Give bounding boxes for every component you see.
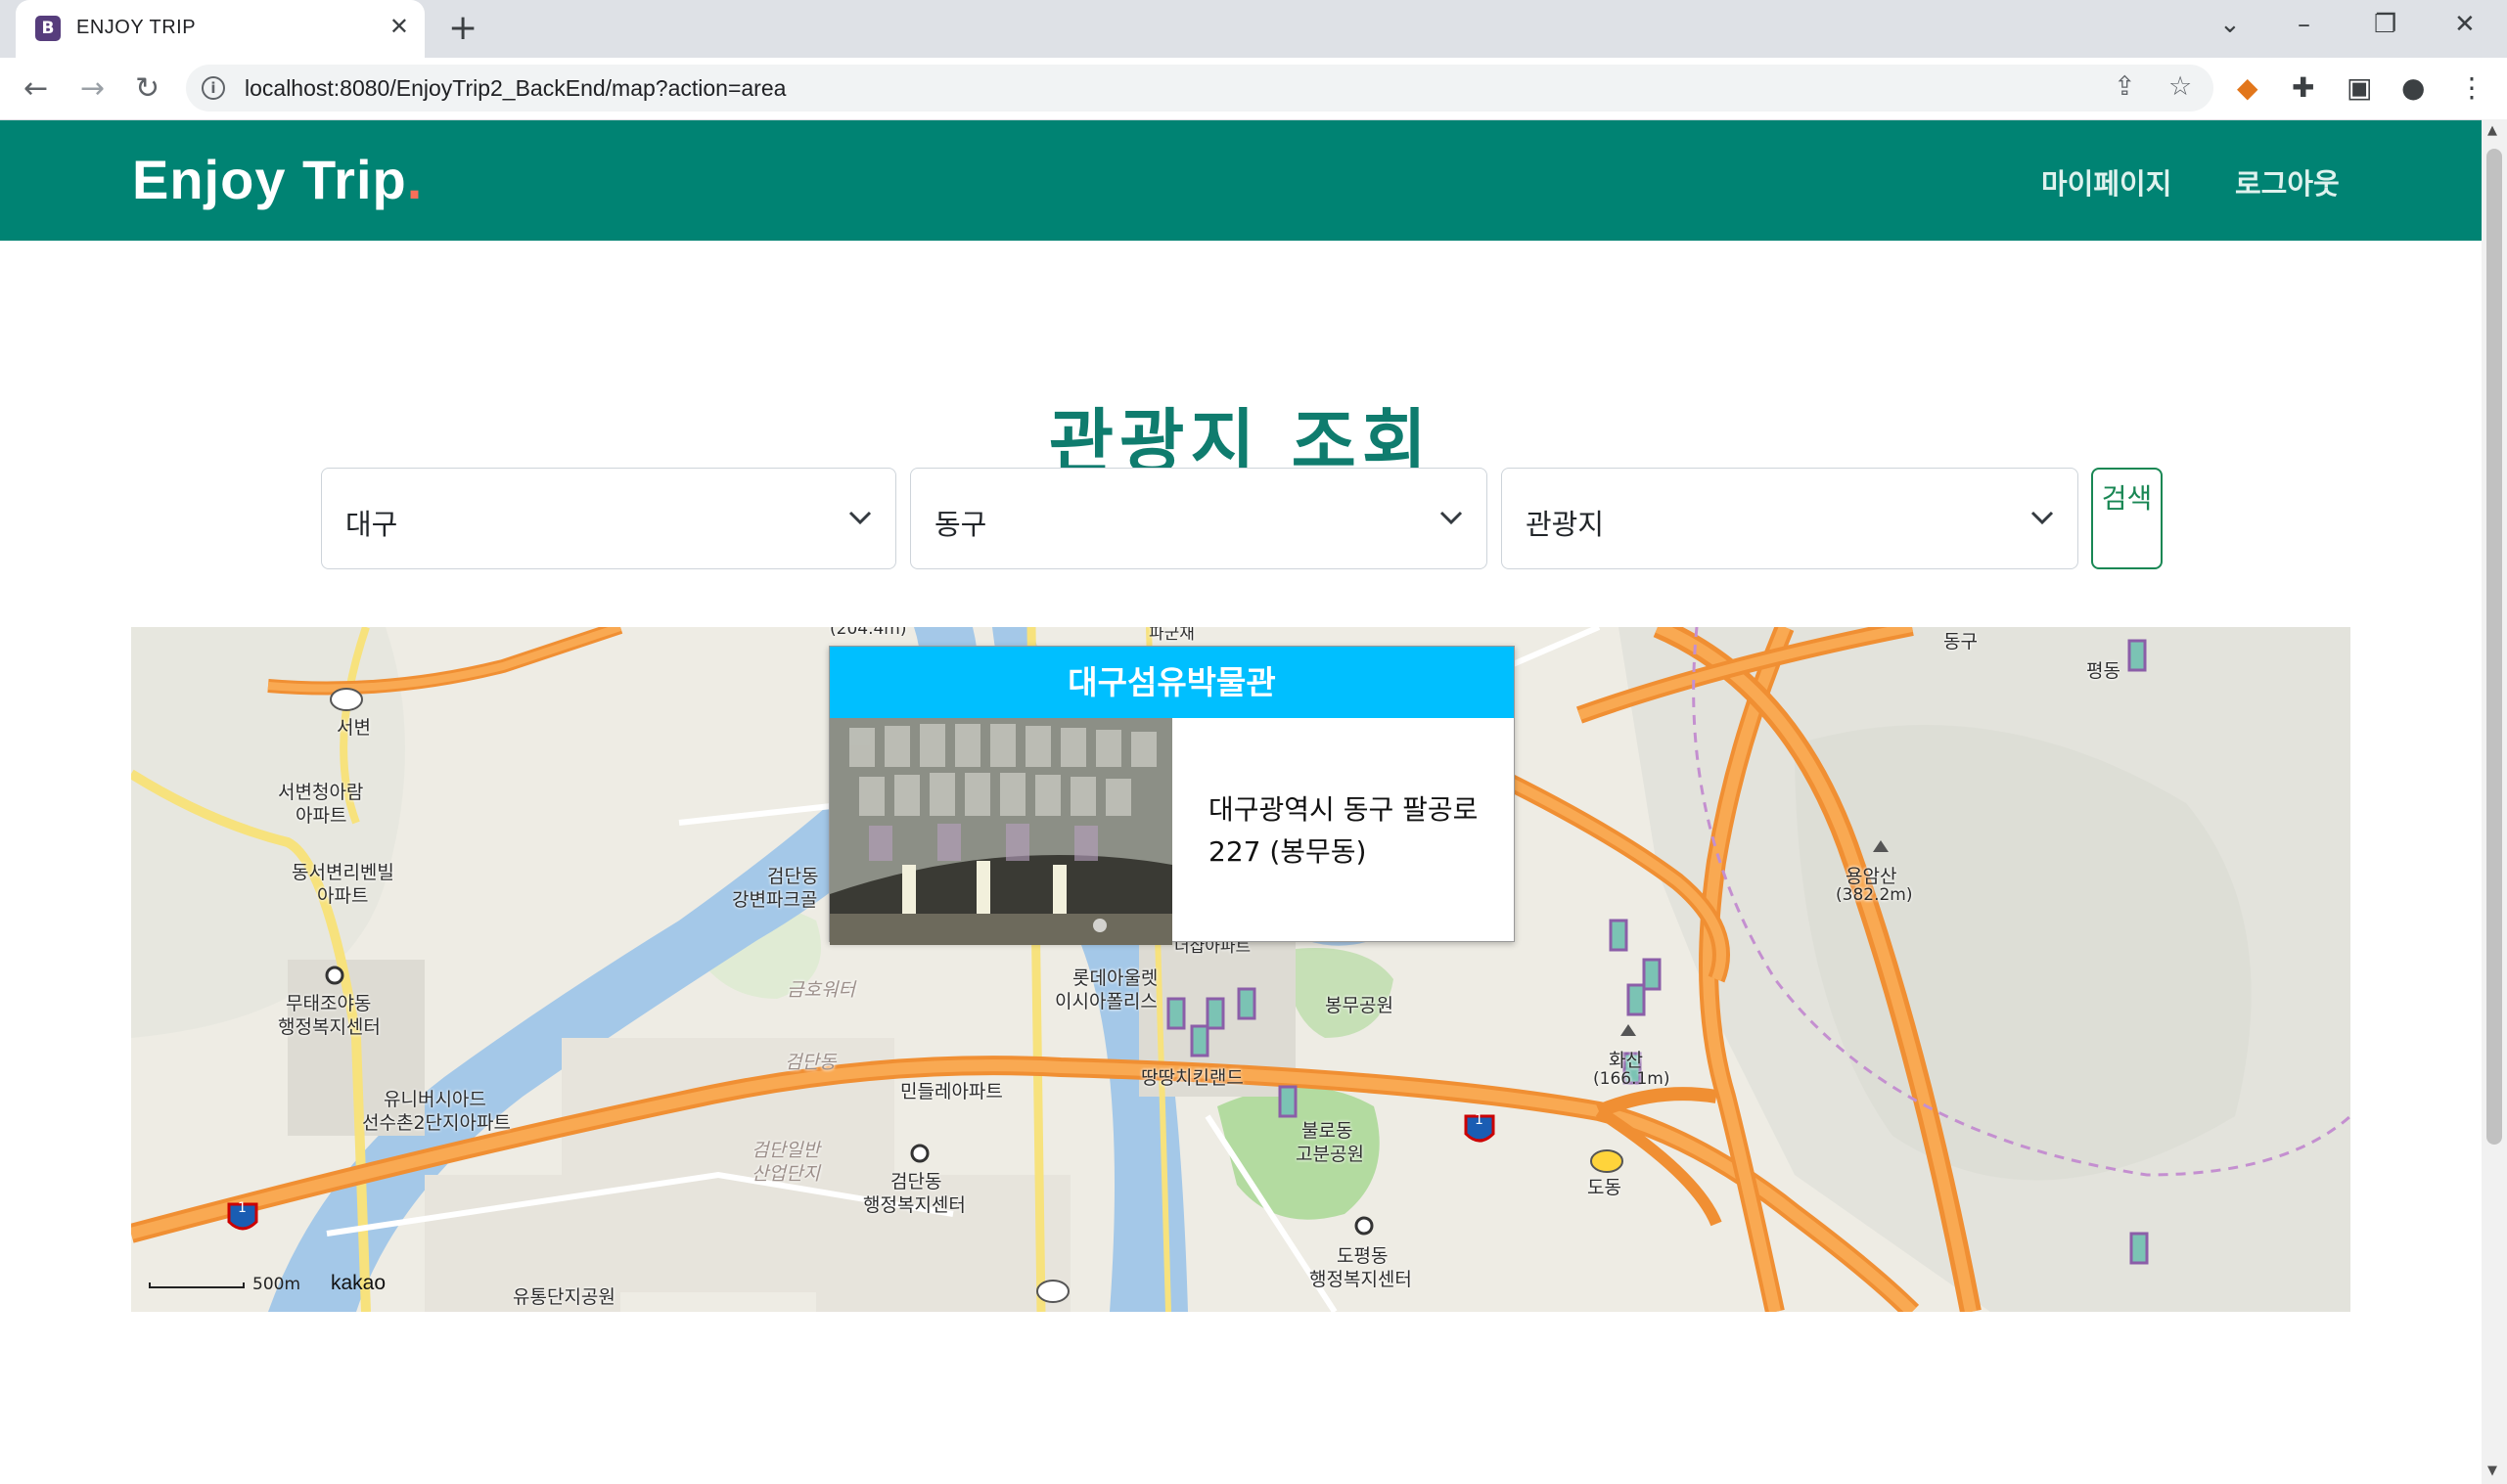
forward-icon[interactable]: →: [80, 71, 105, 106]
map-label: 동구: [1943, 631, 1978, 652]
metamask-icon[interactable]: ◆: [2237, 71, 2258, 104]
map-label: 아파트: [296, 805, 347, 827]
map-label: 고분공원: [1296, 1144, 1364, 1165]
gugun-select[interactable]: 동구: [910, 468, 1487, 569]
back-icon[interactable]: ←: [23, 71, 48, 106]
address-bar[interactable]: i localhost:8080/EnjoyTrip2_BackEnd/map?…: [186, 65, 2213, 112]
map-label: (382.2m): [1836, 885, 1913, 905]
attraction-photo: [830, 718, 1172, 945]
map-label: 검단일반: [752, 1140, 820, 1161]
map-label: 선수촌2단지아파트: [362, 1112, 511, 1134]
map-label: 강변파크골: [732, 889, 818, 911]
site-header: Enjoy Trip. 마이페이지 로그아웃: [0, 120, 2482, 241]
map-label: 유통단지공원: [513, 1286, 615, 1308]
map-label: 행정복지센터: [863, 1194, 966, 1216]
map-label: (166.1m): [1593, 1069, 1670, 1089]
map-label: 도평동: [1337, 1245, 1389, 1267]
map-label: 봉무공원: [1325, 995, 1393, 1016]
map-label: 아파트: [317, 885, 369, 907]
profile-icon[interactable]: ●: [2401, 71, 2425, 104]
chevron-down-icon: [848, 511, 872, 525]
browser-toolbar: ← → ↻ i localhost:8080/EnjoyTrip2_BackEn…: [0, 58, 2507, 120]
nav-logout-link[interactable]: 로그아웃: [2235, 161, 2340, 202]
restore-icon[interactable]: ❐: [2374, 10, 2396, 39]
map-label: 검단동: [890, 1171, 942, 1192]
infowindow-title: 대구섬유박물관: [830, 647, 1514, 718]
map-label: 파군재: [1149, 627, 1195, 644]
map-label: 롯데아울렛: [1072, 967, 1159, 989]
highway-1-label: 1: [238, 1200, 247, 1216]
map-label: 땅땅치킨랜드: [1141, 1067, 1244, 1089]
reload-icon[interactable]: ↻: [135, 71, 160, 106]
map-label: 금호워터: [787, 979, 855, 1001]
kakao-logo[interactable]: kakao: [331, 1272, 386, 1295]
map-label: 유니버시아드: [384, 1089, 486, 1110]
browser-tabstrip: B ENJOY TRIP ✕ + ⌄ – ❐ ✕: [0, 0, 2507, 58]
browser-tab[interactable]: B ENJOY TRIP ✕: [16, 0, 425, 58]
logo-text: Enjoy Trip: [132, 149, 407, 210]
map-label: 산업단지: [752, 1163, 820, 1185]
logo-dot: .: [406, 149, 424, 210]
map-label: 불로동: [1301, 1120, 1353, 1142]
share-icon[interactable]: ⇪: [2114, 71, 2136, 102]
map-label: 검단동: [785, 1052, 837, 1073]
map-label: 서변청아람: [278, 782, 364, 803]
sido-select-value: 대구: [345, 508, 398, 541]
sidepanel-icon[interactable]: ▣: [2347, 71, 2372, 104]
map-label: 평동: [2086, 660, 2120, 682]
close-tab-icon[interactable]: ✕: [389, 13, 409, 40]
search-button[interactable]: 검색: [2091, 468, 2163, 569]
star-icon[interactable]: ☆: [2168, 71, 2192, 102]
url-text[interactable]: localhost:8080/EnjoyTrip2_BackEnd/map?ac…: [245, 75, 786, 102]
new-tab-button[interactable]: +: [448, 8, 478, 48]
map-label: 서변: [337, 717, 371, 739]
gugun-select-value: 동구: [934, 508, 987, 541]
map-label: 화산: [1609, 1050, 1643, 1071]
map-infowindow[interactable]: 대구섬유박물관 대구광역시 동구 팔공로 227 (봉무동): [829, 646, 1515, 945]
content-type-select-value: 관광지: [1526, 508, 1605, 541]
map-label: 무태조야동: [286, 993, 372, 1014]
map-label: 행정복지센터: [1309, 1269, 1412, 1290]
site-logo[interactable]: Enjoy Trip.: [132, 148, 423, 211]
scale-text: 500m: [252, 1275, 301, 1294]
bootstrap-favicon-icon: B: [35, 16, 61, 41]
map-label: 동서변리벤빌: [292, 862, 394, 883]
scroll-down-icon[interactable]: ▼: [2487, 1463, 2497, 1478]
content-type-select[interactable]: 관광지: [1501, 468, 2078, 569]
map-label: 도동: [1587, 1177, 1621, 1198]
chevron-down-icon: [1439, 511, 1463, 525]
highway-1-label: 1: [1475, 1112, 1483, 1128]
map-label: (204.4m): [830, 627, 907, 639]
sido-select[interactable]: 대구: [321, 468, 896, 569]
minimize-icon[interactable]: –: [2298, 10, 2310, 39]
chevron-down-icon: [2030, 511, 2054, 525]
scale-bar: [149, 1282, 245, 1288]
nav-mypage-link[interactable]: 마이페이지: [2041, 161, 2171, 202]
map-label: 민들레아파트: [900, 1081, 1003, 1102]
close-window-icon[interactable]: ✕: [2454, 10, 2476, 39]
extensions-icon[interactable]: ✚: [2292, 71, 2314, 104]
scrollbar-thumb[interactable]: [2486, 149, 2502, 1145]
map-label: 행정복지센터: [278, 1016, 381, 1038]
page-scrollbar[interactable]: ▲ ▼: [2482, 119, 2507, 1484]
tab-search-icon[interactable]: ⌄: [2219, 10, 2241, 39]
tab-title: ENJOY TRIP: [76, 17, 197, 38]
scroll-up-icon[interactable]: ▲: [2487, 123, 2497, 138]
map-label: 이시아폴리스: [1055, 991, 1158, 1012]
map-label: 용암산: [1846, 866, 1897, 887]
map-label: 검단동: [767, 866, 819, 887]
menu-icon[interactable]: ⋮: [2458, 71, 2485, 104]
site-info-icon[interactable]: i: [202, 76, 225, 100]
infowindow-address: 대구광역시 동구 팔공로 227 (봉무동): [1208, 793, 1479, 868]
